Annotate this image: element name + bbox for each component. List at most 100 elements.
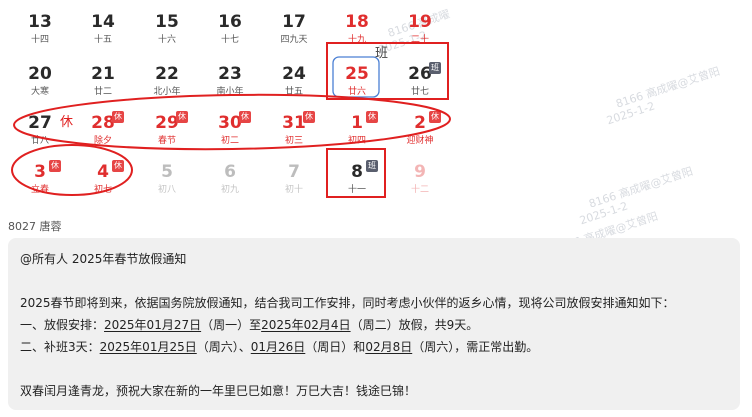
day-cell: 班 26 廿七 [390,62,450,106]
day-number: 30 [218,113,242,133]
message-greeting: 双春闰月逢青龙，预祝大家在新的一年里巳巳如意！万巳大吉！钱途巳锦！ [20,384,417,398]
day-number: 9 [414,162,426,182]
calendar-image: 8166 高成曜 2025-1-2 8166 高成曜@艾曾阳 2025-1-2 81… [0,0,722,272]
day-number: 31 [282,113,306,133]
lunar-date: 十六 [157,35,176,45]
lunar-date: 大寒 [30,87,49,97]
message-mention-line: @所有人 2025年春节放假通知 [20,252,187,266]
day-number: 18 [345,12,369,32]
day-cell: 休 31 初三 [264,111,324,155]
lunar-date: 初七 [93,185,112,195]
lunar-date: 廿六 [347,87,366,97]
day-number: 20 [28,64,52,84]
day-cell: 27 廿八 [10,111,70,155]
day-cell: 23 南小年 [200,62,260,106]
day-number: 21 [91,64,115,84]
date-link[interactable]: 02月8日 [365,340,412,354]
day-cell: 7 初十 [264,160,324,204]
lunar-date: 十二 [410,185,429,195]
work-badge: 班 [429,62,441,74]
rest-badge: 休 [112,111,124,123]
work-badge: 班 [366,160,378,172]
lunar-date: 初十 [284,185,303,195]
day-cell: 22 北小年 [137,62,197,106]
day-cell: 休 1 初四 [327,111,387,155]
rest-badge: 休 [303,111,315,123]
date-link[interactable]: 2025年01月27日 [104,318,201,332]
lunar-date: 初九 [220,185,239,195]
lunar-date: 初八 [157,185,176,195]
day-cell: 13 十四 [10,10,70,54]
date-link[interactable]: 01月26日 [251,340,306,354]
message-intro: 2025春节即将到来，依据国务院放假通知，结合我司工作安排，同时考虑小伙伴的返乡… [20,296,675,310]
message-holiday-line: 一、放假安排：2025年01月27日（周一）至2025年02月4日（周二）放假，… [20,318,479,332]
day-cell: 班 8 十一 [327,160,387,204]
lunar-date: 初二 [220,136,239,146]
lunar-date: 初四 [347,136,366,146]
day-cell-today: 25 廿六 [327,62,387,106]
lunar-date: 十七 [220,35,239,45]
sender-name: 8027 唐蓉 [8,220,62,233]
rest-badge: 休 [429,111,441,123]
day-number: 16 [218,12,242,32]
day-number: 1 [351,113,363,133]
day-cell: 休 3 立春 [10,160,70,204]
lunar-date: 除夕 [93,136,112,146]
day-cell: 18 十九 [327,10,387,54]
day-cell: 休 28 除夕 [73,111,133,155]
day-number: 17 [282,12,306,32]
lunar-date: 廿七 [410,87,429,97]
day-number: 4 [97,162,109,182]
day-number: 25 [345,64,369,84]
message-workday-line: 二、补班3天：2025年01月25日（周六）、01月26日（周日）和02月8日（… [20,340,539,354]
lunar-date: 十九 [347,35,366,45]
lunar-date: 十一 [347,185,366,195]
day-number: 6 [224,162,236,182]
day-number: 24 [282,64,306,84]
rest-badge: 休 [239,111,251,123]
day-number: 29 [155,113,179,133]
day-cell: 19 二十 [390,10,450,54]
message-bubble: @所有人 2025年春节放假通知 2025春节即将到来，依据国务院放假通知，结合… [8,238,740,410]
rest-badge: 休 [49,160,61,172]
day-cell: 6 初九 [200,160,260,204]
day-cell: 24 廿五 [264,62,324,106]
lunar-date: 迎财神 [406,136,434,146]
rest-badge: 休 [112,160,124,172]
day-cell: 15 十六 [137,10,197,54]
rest-badge: 休 [176,111,188,123]
day-number: 8 [351,162,363,182]
day-number: 5 [161,162,173,182]
watermark: 8166 高成曜@艾曾阳2025-1-2 [604,64,722,128]
lunar-date: 立春 [30,185,49,195]
watermark: 8166 高成曜@艾曾阳2025-1-2 [577,164,695,228]
day-cell: 20 大寒 [10,62,70,106]
lunar-date: 十四 [30,35,49,45]
day-cell: 休 4 初七 [73,160,133,204]
day-cell: 休 30 初二 [200,111,260,155]
lunar-date: 春节 [157,136,176,146]
date-link[interactable]: 2025年01月25日 [100,340,197,354]
day-cell: 5 初八 [137,160,197,204]
day-cell: 休 2 迎财神 [390,111,450,155]
lunar-date: 北小年 [153,87,181,97]
day-number: 13 [28,12,52,32]
day-number: 2 [414,113,426,133]
day-cell: 9 十二 [390,160,450,204]
day-number: 22 [155,64,179,84]
day-cell: 14 十五 [73,10,133,54]
day-number: 26 [408,64,432,84]
day-number: 3 [34,162,46,182]
lunar-date: 初三 [284,136,303,146]
lunar-date: 二十 [410,35,429,45]
lunar-date: 四九天 [280,35,308,45]
rest-badge: 休 [366,111,378,123]
date-link[interactable]: 2025年02月4日 [261,318,350,332]
lunar-date: 廿二 [93,87,112,97]
day-number: 27 [28,113,52,133]
day-number: 19 [408,12,432,32]
day-number: 15 [155,12,179,32]
day-cell: 21 廿二 [73,62,133,106]
day-cell: 休 29 春节 [137,111,197,155]
lunar-date: 南小年 [216,87,244,97]
